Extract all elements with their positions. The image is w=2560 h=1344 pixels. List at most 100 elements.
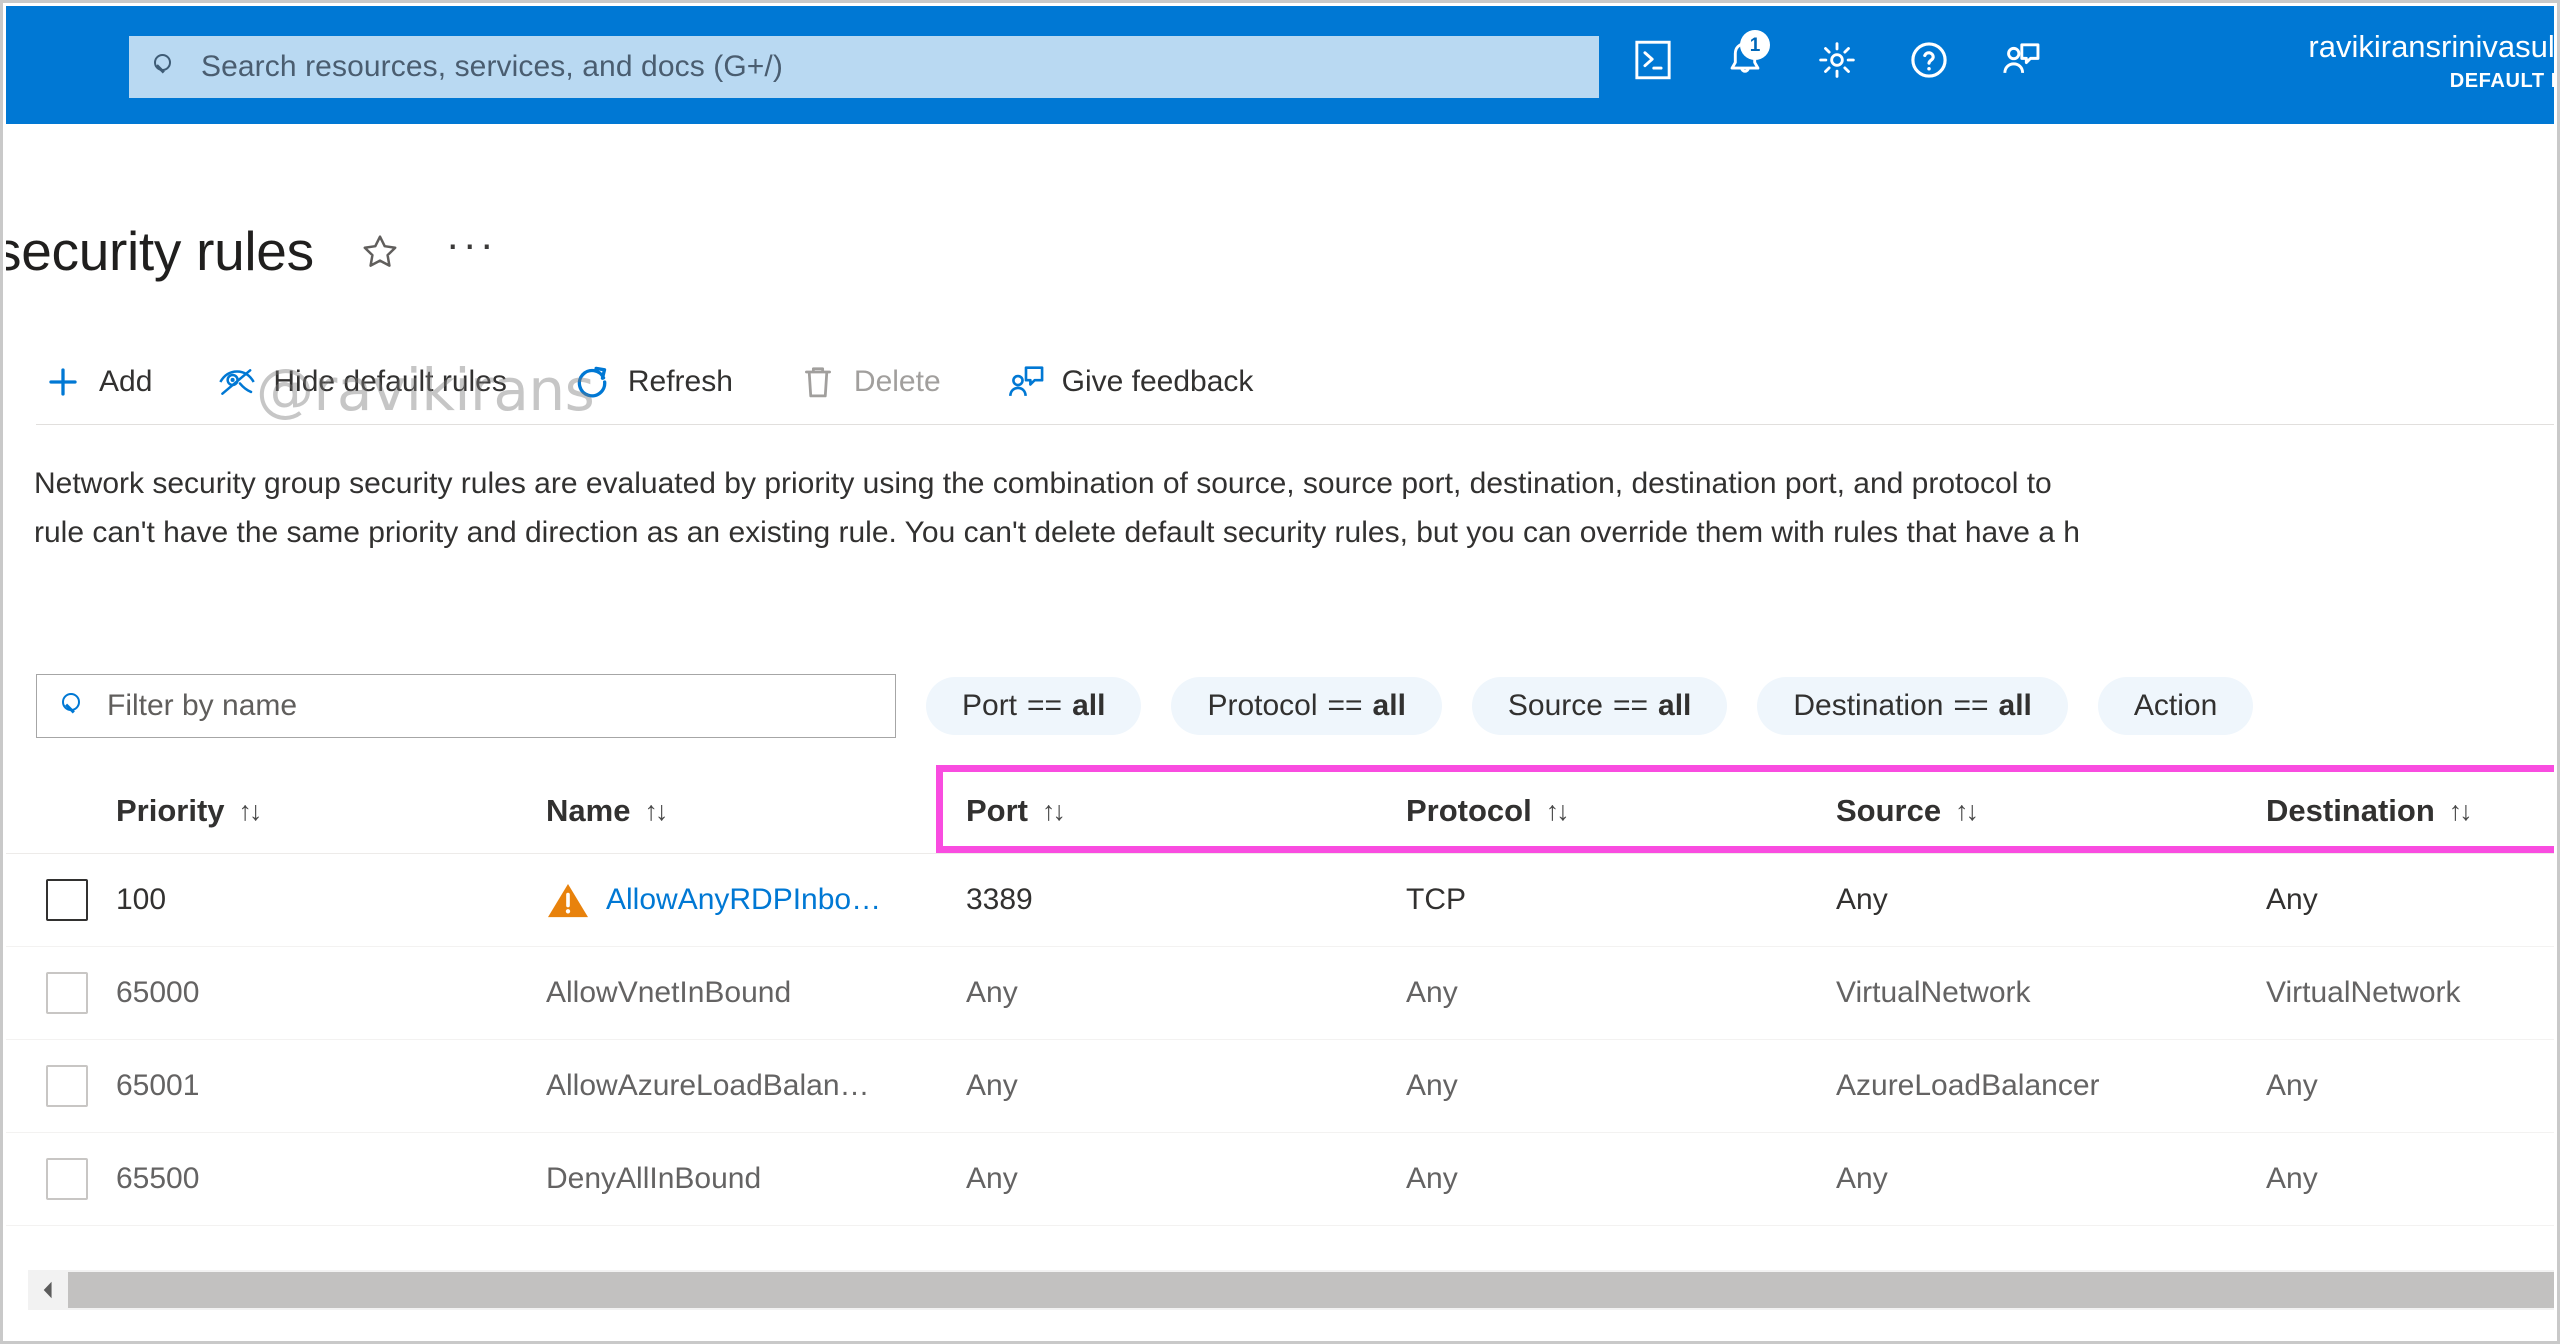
refresh-button-label: Refresh	[627, 365, 733, 398]
table-row[interactable]: 65001 AllowAzureLoadBalan… Any Any Azure…	[6, 1040, 2554, 1133]
filter-pill-destination[interactable]: Destination == all	[1757, 677, 2068, 735]
global-search-placeholder: Search resources, services, and docs (G+…	[201, 50, 783, 83]
column-header-name[interactable]: Name ↑↓	[546, 793, 966, 829]
filter-pill-protocol-operator: ==	[1327, 689, 1363, 722]
command-toolbar: Add Hide default rules Refresh Delete Gi…	[36, 346, 2554, 418]
column-header-protocol[interactable]: Protocol ↑↓	[1406, 793, 1836, 829]
give-feedback-label: Give feedback	[1061, 365, 1254, 398]
delete-button-label: Delete	[853, 365, 941, 398]
cell-protocol: Any	[1406, 976, 1458, 1009]
cloud-shell-icon[interactable]	[1626, 32, 1680, 88]
table-row[interactable]: 65500 DenyAllInBound Any Any Any Any	[6, 1133, 2554, 1226]
filter-pill-port-field: Port	[962, 689, 1018, 722]
filter-pill-source-operator: ==	[1612, 689, 1649, 722]
notification-count-badge: 1	[1740, 30, 1770, 60]
sort-arrows-icon: ↑↓	[238, 795, 263, 826]
settings-gear-icon[interactable]	[1810, 32, 1864, 88]
filter-bar: Filter by name Port == all Protocol == a…	[36, 674, 2554, 738]
global-search-input[interactable]: Search resources, services, and docs (G+…	[129, 36, 1599, 98]
page-title: security rules	[6, 220, 314, 282]
feedback-person-icon	[1007, 363, 1045, 401]
checkbox-icon[interactable]	[46, 879, 88, 921]
cell-destination: VirtualNetwork	[2266, 976, 2461, 1009]
account-name: ravikiransrinivasulu	[2308, 29, 2560, 64]
filter-pill-protocol-field: Protocol	[1207, 689, 1318, 722]
filter-by-name-placeholder: Filter by name	[107, 689, 298, 722]
checkbox-icon[interactable]	[46, 1158, 88, 1200]
description-line-1: Network security group security rules ar…	[34, 467, 2052, 500]
cell-source: Any	[1836, 883, 1888, 916]
cell-destination: Any	[2266, 1069, 2318, 1102]
row-checkbox[interactable]	[6, 1065, 116, 1107]
table-row[interactable]: 100 AllowAnyRDPInbo… 3389 TCP Any Any	[6, 854, 2554, 947]
sort-arrows-icon: ↑↓	[1042, 795, 1066, 826]
search-icon	[59, 691, 89, 721]
cell-protocol: TCP	[1406, 883, 1466, 916]
column-header-port[interactable]: Port ↑↓	[966, 793, 1406, 829]
sort-arrows-icon: ↑↓	[1545, 795, 1570, 826]
sort-arrows-icon: ↑↓	[2448, 795, 2473, 826]
cell-priority: 100	[116, 883, 167, 916]
ellipsis-icon[interactable]: ···	[446, 222, 497, 265]
column-header-name-label: Name	[546, 793, 631, 828]
row-checkbox[interactable]	[6, 1158, 116, 1200]
filter-pill-action[interactable]: Action	[2097, 677, 2254, 735]
filter-pill-port[interactable]: Port == all	[926, 677, 1142, 735]
blade-content: security rules ··· Add Hide default rule…	[6, 124, 2554, 1338]
security-rules-table: Priority ↑↓ Name ↑↓ Port ↑↓ Protocol ↑↓ …	[6, 765, 2554, 1226]
refresh-icon	[573, 363, 611, 401]
column-header-protocol-label: Protocol	[1406, 793, 1532, 828]
cell-name: AllowVnetInBound	[546, 976, 792, 1009]
column-header-priority-label: Priority	[116, 793, 225, 828]
browser-frame: Search resources, services, and docs (G+…	[0, 0, 2560, 1344]
checkbox-icon[interactable]	[46, 972, 88, 1014]
filter-pill-protocol[interactable]: Protocol == all	[1171, 677, 1442, 735]
chevron-left-icon[interactable]	[28, 1270, 68, 1310]
row-checkbox[interactable]	[6, 972, 116, 1014]
column-header-source[interactable]: Source ↑↓	[1836, 793, 2266, 829]
hide-default-rules-button[interactable]: Hide default rules	[210, 351, 530, 413]
star-icon[interactable]	[358, 228, 402, 276]
filter-pill-destination-value: all	[1998, 689, 2032, 722]
filter-pill-source[interactable]: Source == all	[1471, 677, 1728, 735]
table-row[interactable]: 65000 AllowVnetInBound Any Any VirtualNe…	[6, 947, 2554, 1040]
column-header-destination[interactable]: Destination ↑↓	[2266, 793, 2554, 829]
cell-priority: 65001	[116, 1069, 200, 1102]
cell-port: Any	[966, 976, 1018, 1009]
filter-pill-port-operator: ==	[1027, 689, 1063, 722]
cell-name[interactable]: AllowAnyRDPInbo…	[546, 880, 966, 920]
rule-name-link[interactable]: AllowAnyRDPInbo…	[606, 883, 881, 917]
trash-icon	[799, 363, 837, 401]
cell-protocol: Any	[1406, 1162, 1458, 1195]
account-info[interactable]: ravikiransrinivasulu DEFAULT DI	[2308, 28, 2560, 96]
cell-destination: Any	[2266, 1162, 2318, 1195]
horizontal-scrollbar[interactable]	[28, 1270, 2554, 1310]
filter-pill-port-value: all	[1072, 689, 1106, 722]
refresh-button[interactable]: Refresh	[565, 351, 757, 413]
account-directory: DEFAULT DI	[2449, 70, 2560, 92]
row-checkbox[interactable]	[6, 879, 116, 921]
cell-destination: Any	[2266, 883, 2318, 916]
column-header-destination-label: Destination	[2266, 793, 2435, 828]
add-button-label: Add	[99, 365, 153, 398]
delete-button[interactable]: Delete	[791, 351, 965, 413]
toolbar-divider	[36, 424, 2554, 425]
filter-by-name-input[interactable]: Filter by name	[36, 674, 896, 738]
add-button[interactable]: Add	[36, 351, 176, 413]
table-header-row: Priority ↑↓ Name ↑↓ Port ↑↓ Protocol ↑↓ …	[6, 765, 2554, 854]
filter-pill-source-value: all	[1658, 689, 1692, 722]
filter-pill-destination-operator: ==	[1953, 689, 1989, 722]
notifications-bell-icon[interactable]: 1	[1718, 30, 1772, 88]
scrollbar-thumb[interactable]	[68, 1272, 2554, 1308]
cell-port: 3389	[966, 883, 1033, 916]
top-bar-icon-group: 1	[1626, 30, 2048, 88]
column-header-priority[interactable]: Priority ↑↓	[116, 793, 546, 829]
filter-pill-source-field: Source	[1507, 689, 1603, 722]
hide-default-rules-label: Hide default rules	[273, 365, 507, 398]
search-icon	[151, 52, 181, 82]
checkbox-icon[interactable]	[46, 1065, 88, 1107]
feedback-person-icon[interactable]	[1994, 32, 2048, 88]
give-feedback-button[interactable]: Give feedback	[999, 351, 1278, 413]
filter-pill-protocol-value: all	[1372, 689, 1406, 722]
help-question-icon[interactable]	[1902, 32, 1956, 88]
